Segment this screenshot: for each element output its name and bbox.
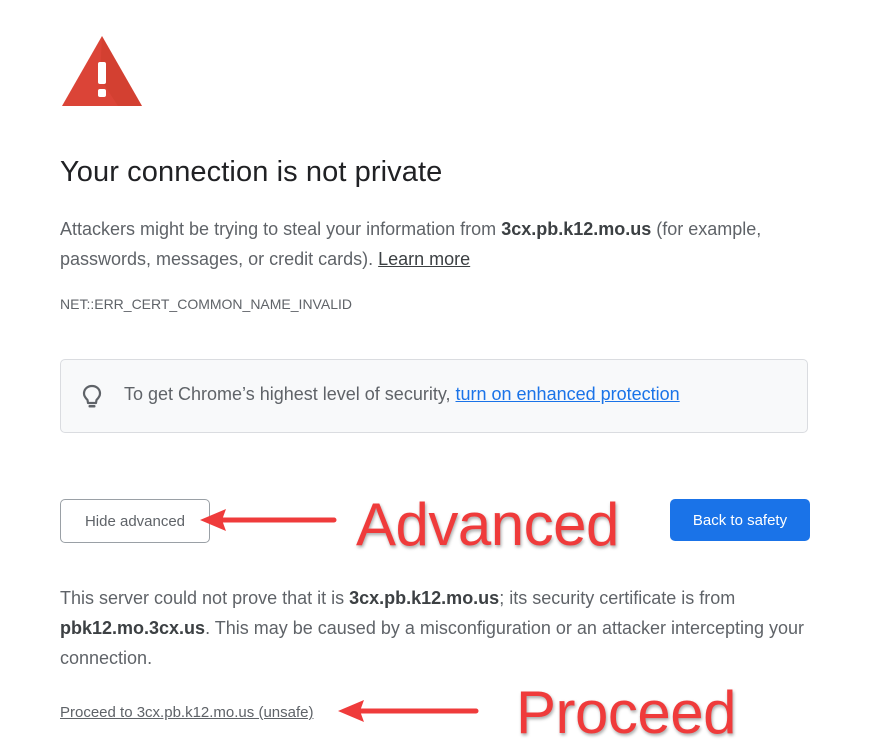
advanced-annotation-label: Advanced xyxy=(356,491,619,558)
enhanced-protection-text: To get Chrome’s highest level of securit… xyxy=(124,384,680,405)
details-text: This server could not prove that it is xyxy=(60,588,350,608)
learn-more-link[interactable]: Learn more xyxy=(378,249,470,269)
proceed-annotation-label: Proceed xyxy=(516,679,736,746)
server-domain: 3cx.pb.k12.mo.us xyxy=(349,588,500,608)
site-domain: 3cx.pb.k12.mo.us xyxy=(501,219,652,239)
warning-description: Attackers might be trying to steal your … xyxy=(60,214,820,274)
certificate-domain: pbk12.mo.3cx.us xyxy=(60,618,206,638)
page-title: Your connection is not private xyxy=(60,156,443,188)
enhanced-protection-link[interactable]: turn on enhanced protection xyxy=(456,384,680,404)
certificate-details: This server could not prove that it is 3… xyxy=(60,583,820,673)
details-text-mid: ; its security certificate is from xyxy=(499,588,736,608)
warning-icon xyxy=(62,36,142,106)
advanced-annotation-arrow xyxy=(200,509,337,531)
lightbulb-icon xyxy=(82,384,102,408)
hide-advanced-button[interactable]: Hide advanced xyxy=(60,499,210,543)
proceed-unsafe-link[interactable]: Proceed to 3cx.pb.k12.mo.us (unsafe) xyxy=(60,704,313,721)
error-code: NET::ERR_CERT_COMMON_NAME_INVALID xyxy=(60,296,352,312)
back-to-safety-button[interactable]: Back to safety xyxy=(670,499,810,541)
proceed-annotation-arrow xyxy=(338,700,479,722)
intro-text: Attackers might be trying to steal your … xyxy=(60,219,502,239)
enhanced-protection-banner: To get Chrome’s highest level of securit… xyxy=(60,359,808,433)
protection-message: To get Chrome’s highest level of securit… xyxy=(124,384,456,404)
interstitial-page: Your connection is not private Attackers… xyxy=(0,0,870,752)
